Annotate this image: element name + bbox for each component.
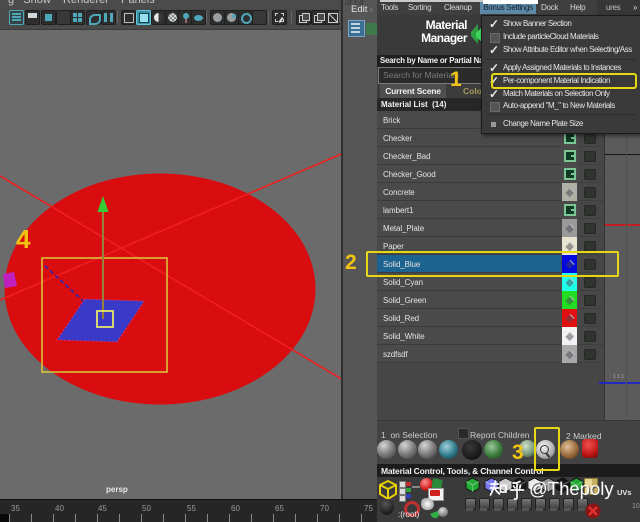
svg-text:4: 4 — [16, 224, 31, 254]
svg-text:persp: persp — [106, 485, 128, 494]
